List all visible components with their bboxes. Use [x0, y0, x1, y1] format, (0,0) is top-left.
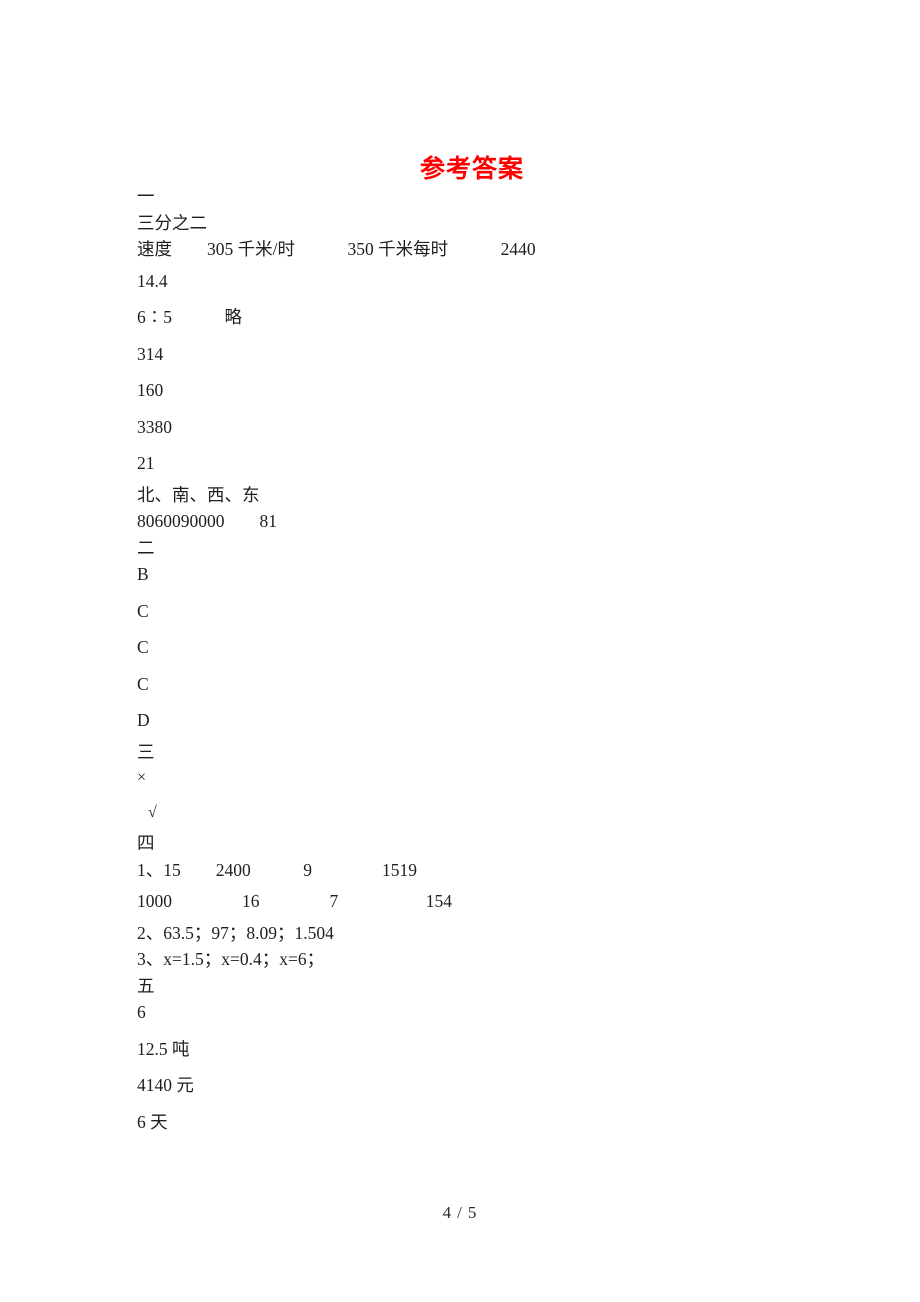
answer-line: 314: [137, 343, 164, 364]
footer-total-pages: 5: [467, 1203, 478, 1222]
section-marker-2: 二: [137, 537, 155, 558]
answer-line: 三分之二: [137, 212, 207, 233]
section-marker-5: 五: [137, 975, 155, 996]
answer-line: 21: [137, 453, 155, 473]
answer-body: 一 三分之二 速度 305 千米/时 350 千米每时 2440 14.4 6∶…: [137, 186, 737, 1150]
answer-line: 160: [137, 380, 164, 400]
page-footer: 4/5: [0, 1203, 920, 1223]
answer-line-check: √: [148, 804, 157, 821]
answer-line: 1000 16 7 154: [137, 891, 452, 911]
answer-line: D: [137, 710, 150, 730]
footer-current-page: 4: [442, 1203, 453, 1222]
answer-line: 4140 元: [137, 1075, 194, 1095]
section-marker-1: 一: [137, 186, 155, 206]
answer-line: 3、x=1.5；x=0.4；x=6；: [137, 949, 325, 969]
answer-line: 8060090000 81: [137, 511, 277, 531]
answer-line: B: [137, 564, 149, 584]
document-page: 参考答案 一 三分之二 速度 305 千米/时 350 千米每时 2440 14…: [0, 0, 920, 1302]
answer-line: C: [137, 600, 149, 621]
page-title-text: 参考答案: [419, 154, 524, 183]
answer-line: 6: [137, 1002, 146, 1022]
answer-line: 3380: [137, 416, 172, 437]
answer-line: 6 天: [137, 1111, 168, 1132]
footer-separator: /: [457, 1203, 463, 1222]
answer-line: 2、63.5；97；8.09；1.504: [137, 922, 334, 943]
answer-line: 速度 305 千米/时 350 千米每时 2440: [137, 239, 536, 259]
page-title: 参考答案: [0, 156, 920, 181]
section-marker-3: 三: [137, 741, 155, 762]
answer-line: 1、15 2400 9 1519: [137, 859, 417, 880]
answer-line: 12.5 吨: [137, 1038, 190, 1059]
section-marker-4: 四: [137, 833, 155, 853]
answer-line-cross: ×: [137, 769, 147, 786]
answer-line: C: [137, 637, 149, 657]
answer-line: 14.4: [137, 270, 168, 291]
answer-line: C: [137, 673, 149, 694]
answer-line: 6∶5 略: [137, 307, 242, 327]
answer-line: 北、南、西、东: [137, 484, 260, 505]
